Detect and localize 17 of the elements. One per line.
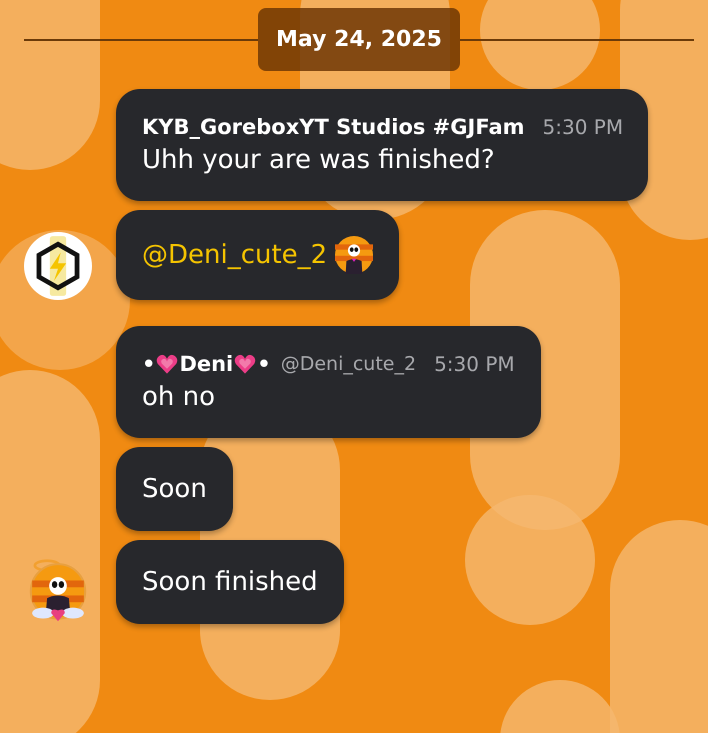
message-text: oh no (142, 382, 216, 412)
user-mention[interactable]: @Deni_cute_2 (142, 240, 328, 270)
heart-icon (155, 352, 180, 376)
message-text: Soon (142, 474, 207, 504)
avatar-icon (335, 236, 374, 274)
date-separator: May 24, 2025 (258, 8, 460, 71)
author-name[interactable]: • (142, 352, 156, 376)
message-text: Uhh your are was finished? (142, 145, 496, 175)
timestamp: 5:30 PM (542, 115, 624, 139)
author-name[interactable]: • (257, 352, 271, 376)
author-name[interactable]: Deni (179, 352, 234, 376)
avatar-icon[interactable] (24, 232, 92, 300)
author-handle: @Deni_cute_2 (280, 353, 416, 375)
message-text: Soon finished (142, 567, 318, 597)
heart-icon (233, 352, 258, 376)
author-name[interactable]: KYB_GoreboxYT Studios #GJFam (142, 115, 524, 139)
timestamp: 5:30 PM (434, 352, 515, 376)
